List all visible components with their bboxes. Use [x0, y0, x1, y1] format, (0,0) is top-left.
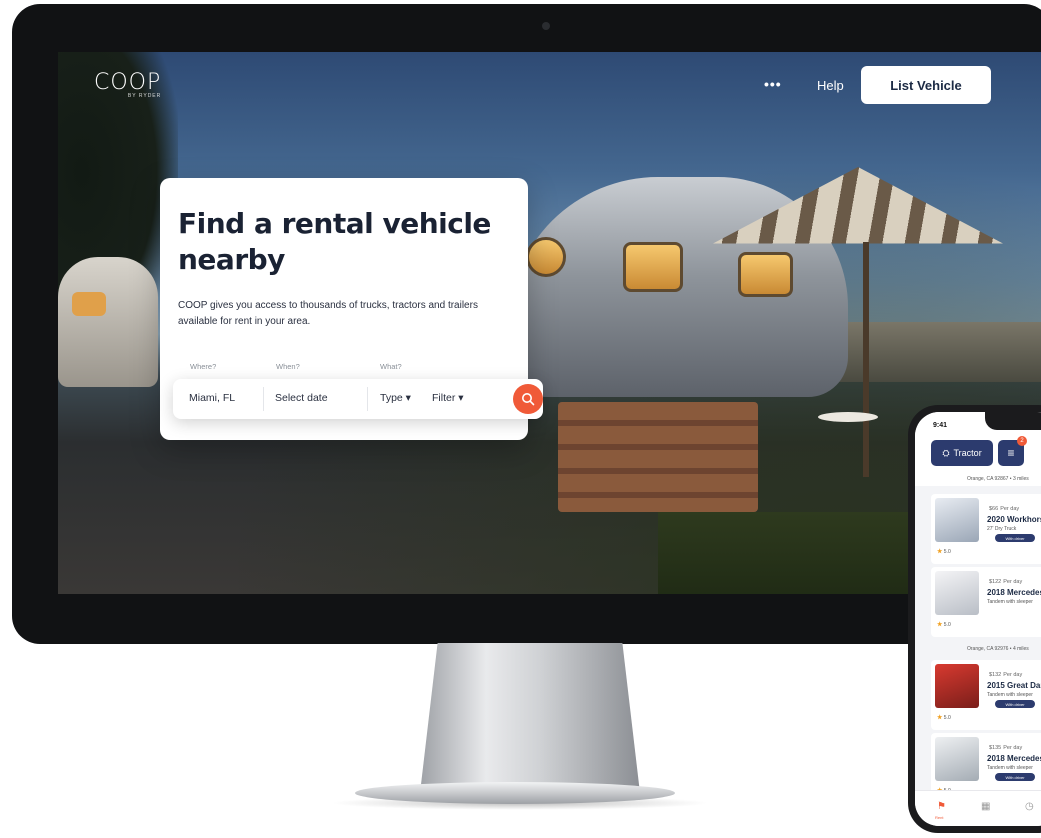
filter-dropdown[interactable]: Filter ▾ — [432, 392, 464, 404]
listing-name: 2018 Mercedes — [987, 588, 1041, 597]
hero-description: COOP gives you access to thousands of tr… — [178, 300, 478, 327]
listing-thumbnail — [935, 737, 979, 781]
listing-price: $66 Per day — [989, 506, 1020, 512]
star-icon: ★ — [937, 549, 943, 555]
listing-thumbnail — [935, 664, 979, 708]
listing-name: 2020 Workhorse — [987, 515, 1041, 524]
sliders-icon: ≡ — [1007, 446, 1015, 460]
listing-price: $122 Per day — [989, 579, 1023, 585]
search-divider — [367, 387, 368, 411]
listing-card[interactable]: $132Per day 2015 Great Dane Tandem with … — [931, 660, 1041, 730]
background-table — [818, 412, 878, 422]
location-input[interactable]: Miami, FL — [189, 392, 235, 404]
tractor-icon: ⛭ — [942, 447, 950, 458]
listing-rating: ★ 5.0 — [937, 715, 951, 721]
listing-price: $132 Per day — [989, 672, 1023, 678]
listing-rating: ★ 5.0 — [937, 622, 951, 628]
desktop-screen: COOP BY RYDER ••• Help List Vehicle Find… — [58, 52, 1041, 594]
background-deck — [558, 402, 758, 512]
location-header: Orange, CA 92867 • 3 miles — [967, 476, 1029, 482]
rent-tab-label: Rent — [935, 815, 944, 820]
search-bar: Miami, FL Select date Type ▾ Filter ▾ — [173, 379, 543, 419]
listing-desc: Tandem with sleeper — [987, 692, 1033, 698]
monitor-bezel: COOP BY RYDER ••• Help List Vehicle Find… — [12, 4, 1041, 644]
listing-desc: Tandem with sleeper — [987, 765, 1033, 771]
with-driver-badge: With driver — [995, 773, 1035, 781]
search-button[interactable] — [513, 384, 543, 414]
list-vehicle-button[interactable]: List Vehicle — [861, 66, 991, 104]
clock-tab-icon[interactable]: ◷ — [1025, 801, 1034, 812]
what-label: What? — [380, 362, 402, 371]
listing-name: 2018 Mercedes — [987, 754, 1041, 763]
when-label: When? — [276, 362, 300, 371]
monitor-stand-neck — [420, 643, 640, 793]
listing-price: $135 Per day — [989, 745, 1023, 751]
star-icon: ★ — [937, 715, 943, 721]
category-label: Tractor — [953, 448, 982, 458]
search-icon — [522, 393, 535, 406]
listing-card[interactable]: $66Per day 2020 Workhorse 27' Dry Truck … — [931, 494, 1041, 564]
camera-dot — [542, 22, 550, 30]
listing-card[interactable]: $122 Per day 2018 Mercedes Tandem with sl… — [931, 567, 1041, 637]
calendar-tab-icon[interactable]: ▦ — [981, 801, 990, 812]
filter-count-badge: 2 — [1017, 436, 1027, 446]
search-divider — [263, 387, 264, 411]
hero-title: Find a rental vehicle nearby — [178, 207, 491, 276]
with-driver-badge: With driver — [995, 534, 1035, 542]
rent-tab-icon[interactable]: ⚑ — [937, 801, 946, 812]
phone-tab-bar: ⚑ Rent ▦ ◷ — [915, 790, 1041, 826]
listing-thumbnail — [935, 498, 979, 542]
logo-subtext: BY RYDER — [127, 93, 162, 99]
help-link[interactable]: Help — [817, 78, 844, 93]
listing-name: 2015 Great Dane — [987, 681, 1041, 690]
coop-logo[interactable]: COOP BY RYDER — [94, 70, 161, 99]
background-umbrella-pole — [863, 242, 869, 477]
type-dropdown[interactable]: Type ▾ — [380, 392, 411, 404]
phone-device: 9:41 ⛭ Tractor ≡ 2 Orange, CA 92867 • 3 … — [908, 405, 1041, 833]
logo-text: COOP — [94, 70, 162, 95]
phone-notch — [985, 412, 1041, 430]
stage: COOP BY RYDER ••• Help List Vehicle Find… — [0, 0, 1041, 838]
star-icon: ★ — [937, 622, 943, 628]
location-header: Orange, CA 92976 • 4 miles — [967, 646, 1029, 652]
where-label: Where? — [190, 362, 217, 371]
phone-screen: 9:41 ⛭ Tractor ≡ 2 Orange, CA 92867 • 3 … — [915, 412, 1041, 826]
more-menu-button[interactable]: ••• — [764, 76, 782, 92]
date-picker[interactable]: Select date — [275, 392, 328, 404]
with-driver-badge: With driver — [995, 700, 1035, 708]
listing-rating: ★ 5.0 — [937, 549, 951, 555]
background-trailer-small — [58, 257, 158, 387]
monitor-stand-base — [355, 782, 675, 804]
category-tractor-button[interactable]: ⛭ Tractor — [931, 440, 993, 466]
listing-desc: Tandem with sleeper — [987, 599, 1033, 605]
status-time: 9:41 — [933, 422, 948, 429]
listing-thumbnail — [935, 571, 979, 615]
listing-desc: 27' Dry Truck — [987, 526, 1017, 532]
hero-card: Find a rental vehicle nearby COOP gives … — [160, 178, 543, 440]
